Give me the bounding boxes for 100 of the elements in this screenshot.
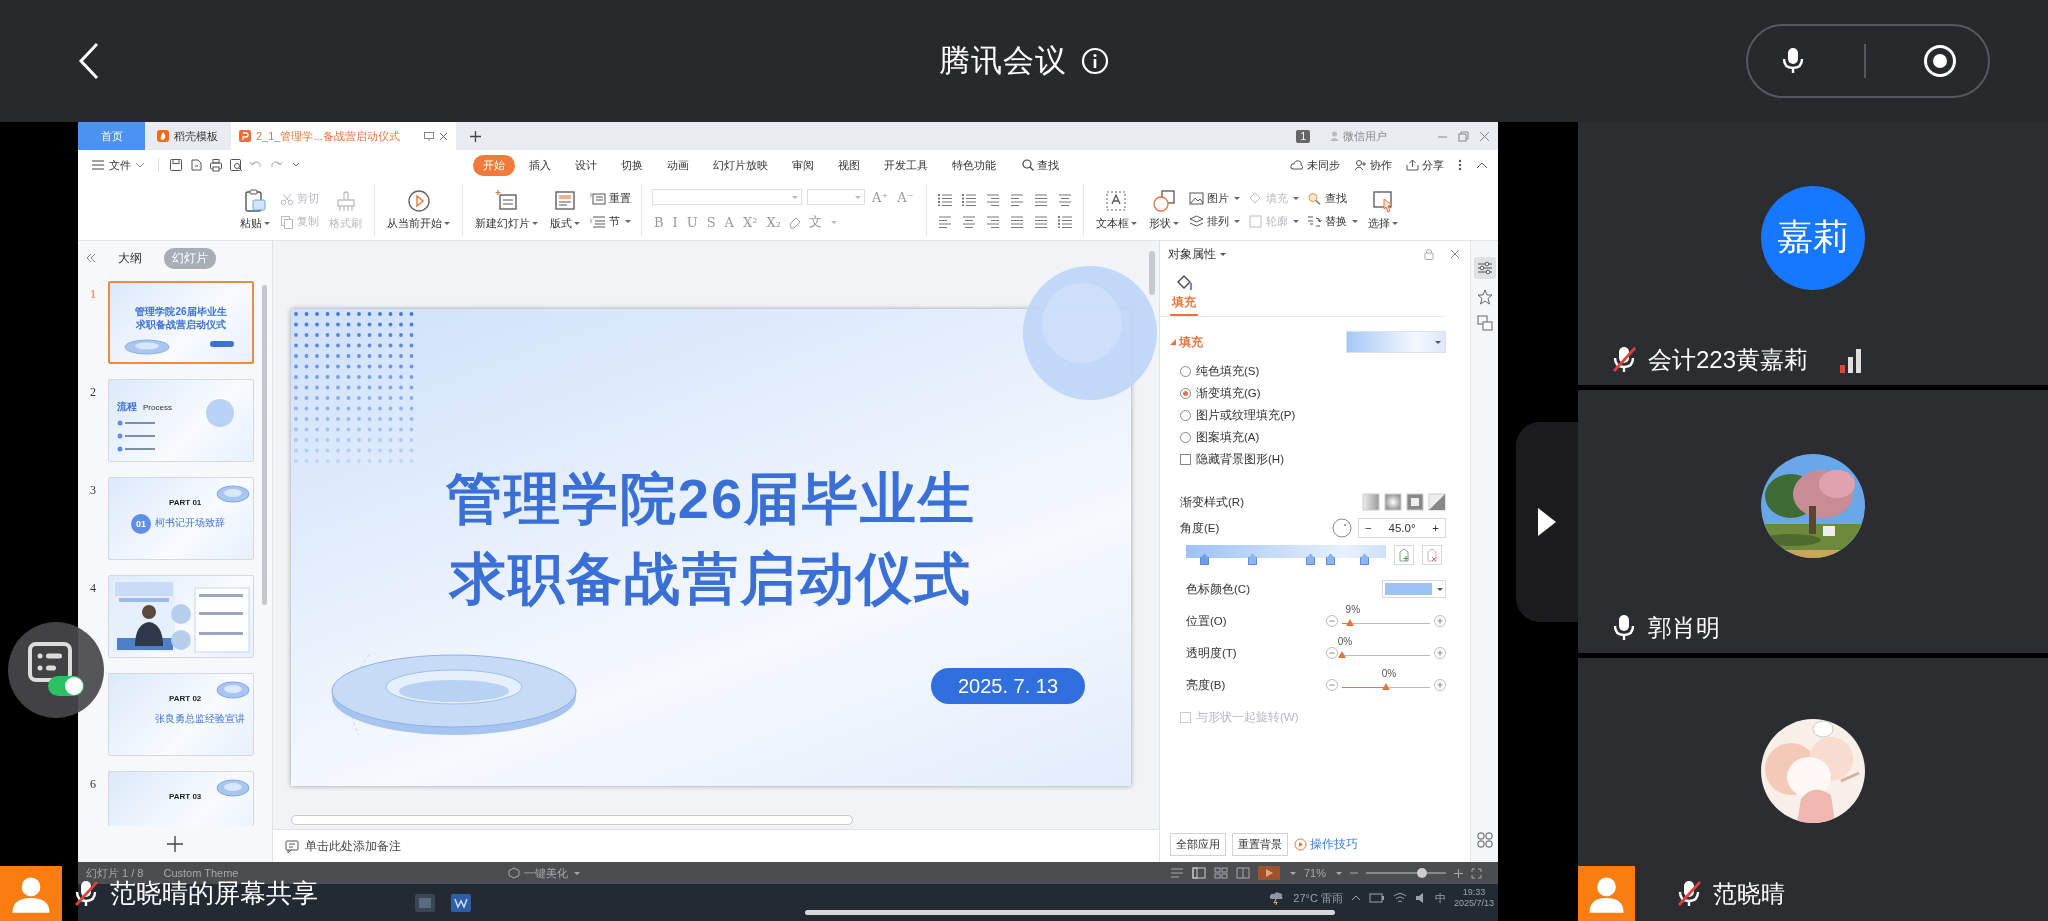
select-button[interactable]: 选择	[1365, 189, 1400, 231]
reading-view-icon[interactable]	[1235, 867, 1250, 879]
radial-gradient-icon[interactable]	[1384, 493, 1402, 511]
remove-stop-button[interactable]	[1422, 545, 1442, 565]
expand-handle[interactable]	[1516, 421, 1578, 622]
fill-option[interactable]: 渐变填充(G)	[1180, 385, 1470, 401]
indent-icon[interactable]	[984, 192, 1001, 206]
scrollbar[interactable]	[291, 815, 853, 825]
slide-thumbnail[interactable]: PART 02 张良勇总监经验宣讲	[108, 673, 254, 756]
plus-icon[interactable]	[1434, 615, 1446, 627]
radio-button[interactable]	[1180, 431, 1191, 443]
ribbon-tab[interactable]: 特色功能	[942, 154, 1006, 176]
font-name-field[interactable]	[652, 189, 802, 205]
sorter-view-icon[interactable]	[1213, 867, 1228, 879]
text-box-button[interactable]: 文本框	[1093, 189, 1139, 231]
storm-icon[interactable]	[1269, 891, 1286, 905]
decrement-button[interactable]: −	[1359, 522, 1378, 534]
swap-icon[interactable]	[1476, 315, 1493, 331]
numbered-list-icon[interactable]	[960, 192, 977, 206]
ribbon-tab[interactable]: 动画	[657, 154, 699, 176]
radio-button[interactable]	[1180, 365, 1191, 377]
plus-icon[interactable]	[1434, 647, 1446, 659]
shape-button[interactable]: 形状	[1146, 189, 1181, 231]
info-icon[interactable]	[1081, 47, 1109, 75]
ribbon-tab[interactable]: 设计	[565, 154, 607, 176]
collapse-panel-icon[interactable]	[86, 254, 96, 262]
chevron-up-icon[interactable]	[1350, 894, 1361, 902]
reset-button[interactable]: 重置	[590, 191, 631, 206]
align-left-icon[interactable]	[936, 214, 953, 228]
arrange-button[interactable]: 排列	[1188, 214, 1240, 229]
scrollbar[interactable]	[262, 285, 267, 605]
gradient-stop[interactable]	[1200, 554, 1209, 565]
replace-button[interactable]: 替换	[1306, 214, 1358, 229]
angle-value[interactable]: 45.0°	[1377, 522, 1427, 534]
close-icon[interactable]	[1450, 249, 1460, 259]
battery-icon[interactable]	[1368, 893, 1385, 903]
picture-button[interactable]: 图片	[1188, 191, 1240, 206]
path-gradient-icon[interactable]	[1428, 493, 1446, 511]
minus-icon[interactable]	[1326, 647, 1338, 659]
gradient-stop[interactable]	[1360, 554, 1369, 565]
notes-placeholder[interactable]: 单击此处添加备注	[305, 837, 401, 855]
scrollbar[interactable]	[1149, 251, 1155, 295]
ribbon-tab[interactable]: 插入	[519, 154, 561, 176]
panel-button[interactable]: 全部应用	[1170, 832, 1226, 856]
find-button[interactable]: 查找	[1306, 191, 1358, 206]
slider-thumb[interactable]	[1382, 683, 1390, 690]
slide-thumbnail[interactable]: PART 03	[108, 771, 254, 826]
align-center-icon[interactable]	[960, 214, 977, 228]
export-icon[interactable]	[189, 158, 203, 172]
layout-button[interactable]: 版式	[548, 189, 582, 231]
font-size-field[interactable]	[807, 189, 865, 205]
monitor-icon[interactable]	[424, 131, 434, 141]
panel-button[interactable]: 重置背景	[1232, 832, 1288, 856]
slide[interactable]: 管理学院26届毕业生 求职备战营启动仪式 2025. 7. 13	[291, 309, 1131, 786]
more-icon[interactable]	[1458, 159, 1462, 171]
app-icon[interactable]	[413, 891, 437, 914]
add-slide-icon[interactable]	[167, 836, 183, 852]
share-button[interactable]: 分享	[1406, 157, 1444, 173]
fill-option[interactable]: 图案填充(A)	[1180, 429, 1470, 445]
angle-dial-icon[interactable]	[1332, 518, 1352, 538]
slider-thumb[interactable]	[1338, 651, 1346, 658]
play-button[interactable]	[1257, 866, 1280, 880]
gradient-stop[interactable]	[1306, 554, 1315, 565]
increment-button[interactable]: +	[1426, 522, 1445, 534]
ribbon-tab[interactable]: 切换	[611, 154, 653, 176]
play-from-current-button[interactable]: 从当前开始	[385, 189, 452, 231]
minus-icon[interactable]	[1326, 679, 1338, 691]
fit-icon[interactable]	[1471, 867, 1482, 879]
paste-button[interactable]: 粘贴	[238, 189, 272, 231]
distribute-icon[interactable]	[1032, 214, 1049, 228]
color-picker[interactable]	[1382, 580, 1446, 598]
zoom-out-icon[interactable]	[1350, 869, 1358, 877]
slide-thumbnail[interactable]: PART 01 01 柯书记开场致辞	[108, 477, 254, 560]
new-slide-button[interactable]: 新建幻灯片	[473, 189, 540, 231]
grid-icon[interactable]	[1476, 832, 1493, 848]
close-icon[interactable]	[1479, 130, 1490, 142]
slide-thumbnail[interactable]	[108, 575, 254, 658]
justify-icon[interactable]	[1008, 214, 1025, 228]
zoom-level[interactable]: 71%	[1303, 867, 1326, 879]
ribbon-tab[interactable]: 幻灯片放映	[703, 154, 778, 176]
gradient-stop[interactable]	[1248, 554, 1257, 565]
document-tab[interactable]: 稻壳模板	[145, 122, 231, 150]
input-method[interactable]: 中	[1434, 890, 1446, 906]
gradient-stop[interactable]	[1326, 554, 1335, 565]
weather-text[interactable]: 27°C 雷雨	[1293, 890, 1343, 906]
save-icon[interactable]	[169, 158, 183, 172]
clock[interactable]: 19:33 2025/7/13	[1453, 887, 1494, 909]
checkbox[interactable]	[1180, 453, 1191, 465]
zoom-in-icon[interactable]	[1454, 868, 1463, 878]
ribbon-tab[interactable]: 开发工具	[874, 154, 938, 176]
collaborate-button[interactable]: 协作	[1354, 157, 1392, 173]
list-icon[interactable]	[936, 192, 953, 206]
slide-thumbnail[interactable]: 流程 Process	[108, 379, 254, 462]
writer-app-icon[interactable]	[449, 891, 473, 914]
line-spacing-icon[interactable]	[1056, 192, 1073, 206]
close-icon[interactable]	[439, 131, 448, 141]
print-preview-icon[interactable]	[229, 158, 243, 172]
star-icon[interactable]	[1476, 289, 1493, 305]
beautify-button[interactable]: 一键美化	[508, 865, 581, 881]
search-button[interactable]: 查找	[1016, 156, 1065, 174]
